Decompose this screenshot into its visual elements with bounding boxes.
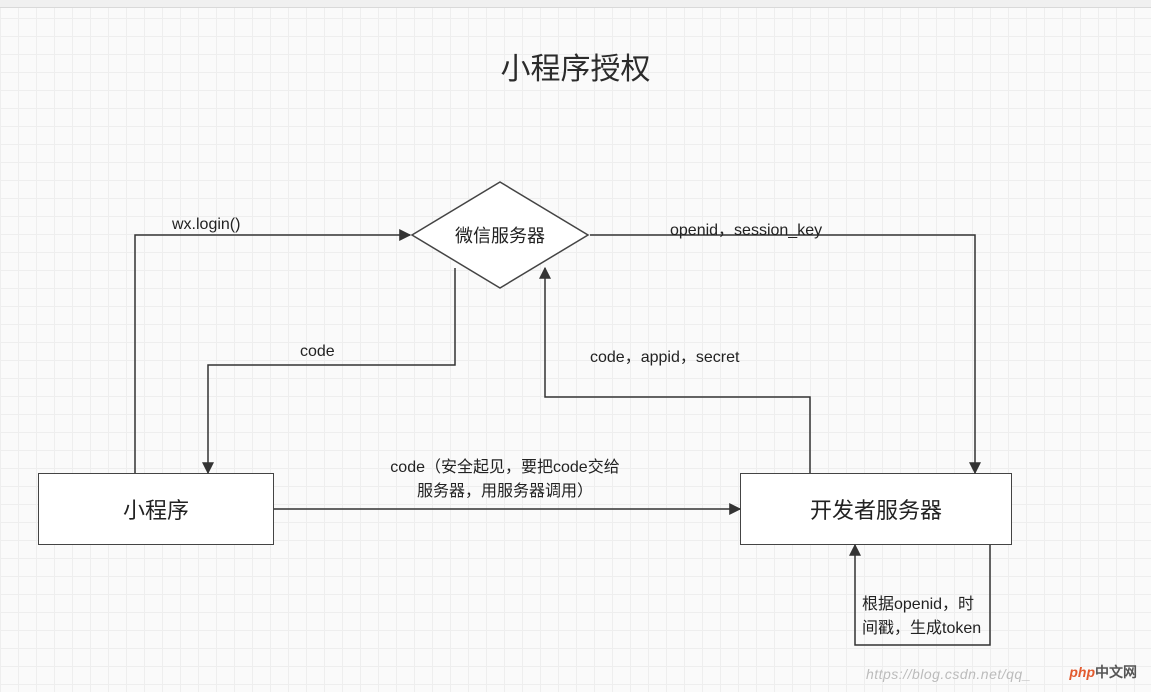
node-dev-server: 开发者服务器	[740, 473, 1012, 545]
label-code-return: code	[300, 343, 335, 361]
diagram-title: 小程序授权	[0, 44, 1151, 88]
node-miniprogram-label: 小程序	[123, 493, 189, 525]
label-dev-to-wechat: code，appid，secret	[590, 343, 739, 367]
node-miniprogram: 小程序	[38, 473, 274, 545]
brand-cn: 中文网	[1095, 664, 1137, 680]
watermark-text: https://blog.csdn.net/qq_	[866, 666, 1031, 682]
brand-logo: php中文网	[1069, 662, 1137, 682]
label-dev-self: 根据openid，时间戳，生成token	[862, 593, 1002, 641]
label-wechat-to-dev: openid，session_key	[670, 216, 822, 240]
node-wechat-server: 微信服务器	[410, 180, 590, 290]
label-wx-login: wx.login()	[172, 216, 240, 234]
brand-php: php	[1069, 664, 1095, 680]
node-wechat-server-label: 微信服务器	[410, 180, 590, 290]
node-dev-server-label: 开发者服务器	[810, 493, 942, 525]
top-border	[0, 0, 1151, 8]
label-code-to-dev: code（安全起见，要把code交给服务器，用服务器调用）	[335, 456, 675, 504]
grid-background	[0, 0, 1151, 692]
